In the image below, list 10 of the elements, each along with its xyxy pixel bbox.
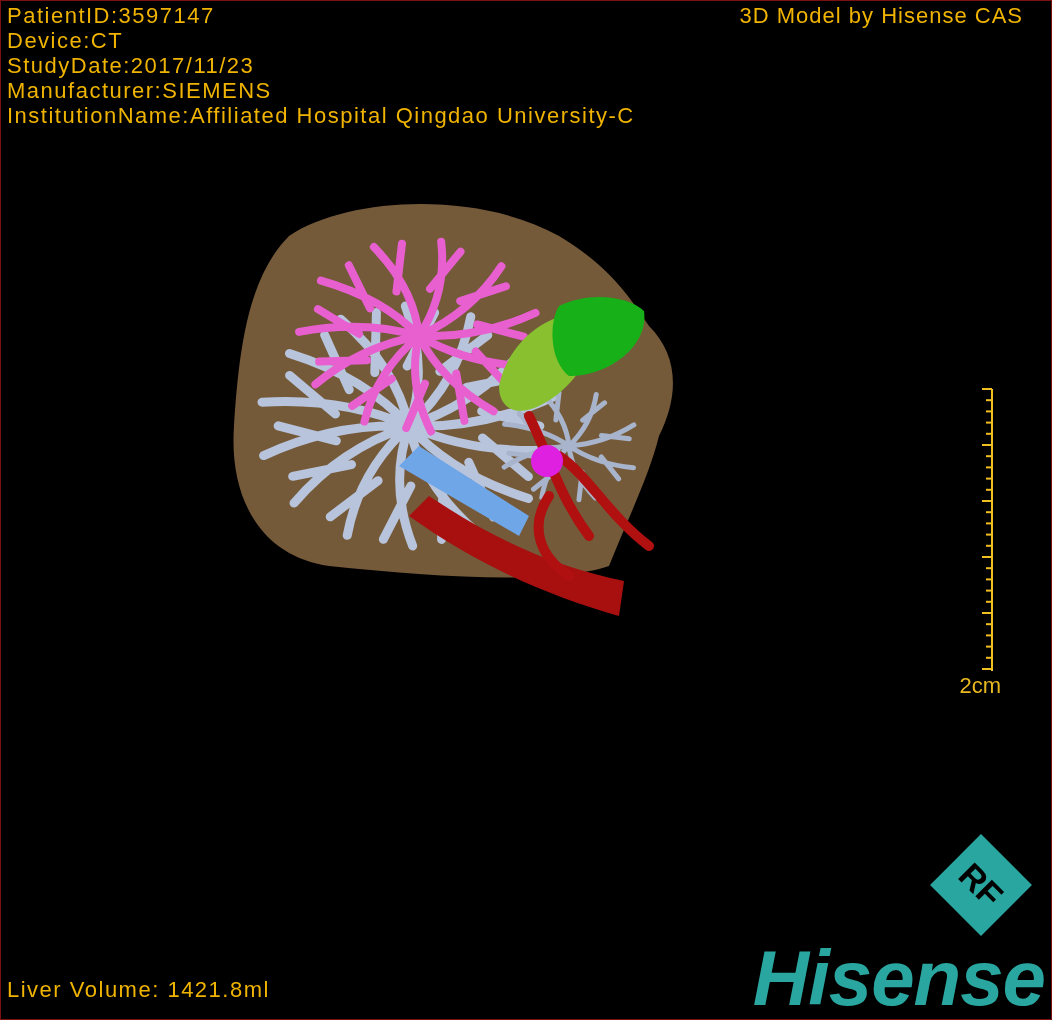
info-text: StudyDate:2017/11/23 [7, 53, 256, 78]
info-text: InstitutionName:Affiliated Hospital Qingdao University-C [7, 103, 635, 128]
scale-label: 2cm [959, 673, 1001, 699]
logo-badge: RF [930, 834, 1032, 936]
logo-wordmark: Hisense [752, 943, 1045, 1013]
info-text: Device:CT [7, 28, 125, 53]
viewer-title: 3D Model by Hisense CAS [739, 3, 1024, 28]
info-text: PatientID:3597147 [7, 3, 216, 28]
liver-volume-text: Liver Volume: 1421.8ml [7, 977, 270, 1003]
info-text: Manufacturer:SIEMENS [7, 78, 273, 103]
